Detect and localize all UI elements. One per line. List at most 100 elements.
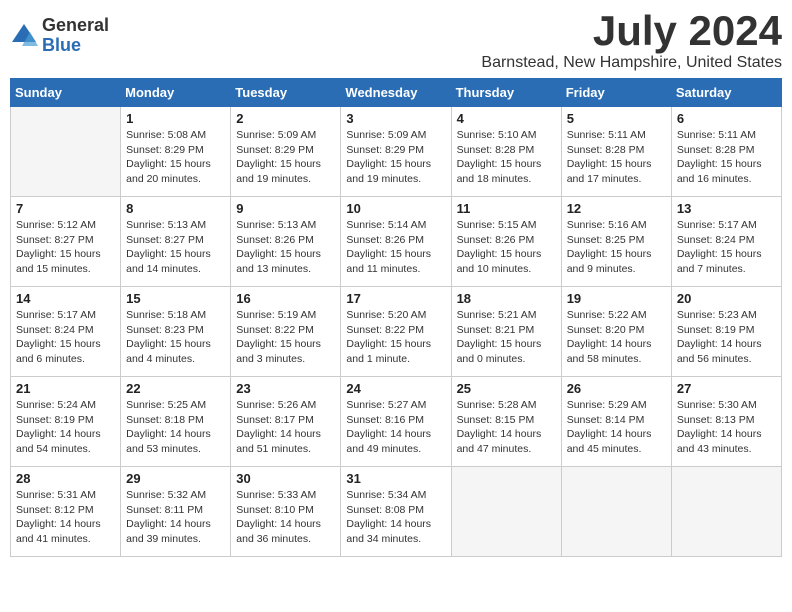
day-number: 27 xyxy=(677,381,776,396)
calendar-cell: 27 Sunrise: 5:30 AM Sunset: 8:13 PM Dayli… xyxy=(671,377,781,467)
calendar-cell: 15 Sunrise: 5:18 AM Sunset: 8:23 PM Dayli… xyxy=(121,287,231,377)
day-number: 21 xyxy=(16,381,115,396)
logo-text: General Blue xyxy=(42,16,109,56)
day-number: 24 xyxy=(346,381,445,396)
calendar-cell: 5Sunrise: 5:11 AM Sunset: 8:28 PM Daylig… xyxy=(561,107,671,197)
day-number: 15 xyxy=(126,291,225,306)
day-number: 6 xyxy=(677,111,776,126)
calendar-cell xyxy=(11,107,121,197)
day-info: Sunrise: 5:32 AM Sunset: 8:11 PM Dayligh… xyxy=(126,488,225,547)
day-info: Sunrise: 5:12 AM Sunset: 8:27 PM Dayligh… xyxy=(16,218,115,277)
day-info: Sunrise: 5:20 AM Sunset: 8:22 PM Dayligh… xyxy=(346,308,445,367)
day-number: 8 xyxy=(126,201,225,216)
calendar-cell: 17Sunrise: 5:20 AM Sunset: 8:22 PM Dayli… xyxy=(341,287,451,377)
calendar-cell: 2 Sunrise: 5:09 AM Sunset: 8:29 PM Daylig… xyxy=(231,107,341,197)
calendar-header: SundayMondayTuesdayWednesdayThursdayFrid… xyxy=(11,79,782,107)
day-number: 4 xyxy=(457,111,556,126)
calendar-cell xyxy=(671,467,781,557)
day-number: 29 xyxy=(126,471,225,486)
weekday-header-sunday: Sunday xyxy=(11,79,121,107)
day-number: 28 xyxy=(16,471,115,486)
calendar-cell: 30Sunrise: 5:33 AM Sunset: 8:10 PM Dayli… xyxy=(231,467,341,557)
day-number: 2 xyxy=(236,111,335,126)
weekday-row: SundayMondayTuesdayWednesdayThursdayFrid… xyxy=(11,79,782,107)
calendar-cell xyxy=(561,467,671,557)
day-number: 19 xyxy=(567,291,666,306)
calendar-cell: 25Sunrise: 5:28 AM Sunset: 8:15 PM Dayli… xyxy=(451,377,561,467)
weekday-header-wednesday: Wednesday xyxy=(341,79,451,107)
day-number: 1 xyxy=(126,111,225,126)
weekday-header-saturday: Saturday xyxy=(671,79,781,107)
calendar-cell: 19 Sunrise: 5:22 AM Sunset: 8:20 PM Dayli… xyxy=(561,287,671,377)
day-number: 31 xyxy=(346,471,445,486)
week-row-3: 14Sunrise: 5:17 AM Sunset: 8:24 PM Dayli… xyxy=(11,287,782,377)
title-area: July 2024 Barnstead, New Hampshire, Unit… xyxy=(481,10,782,72)
weekday-header-monday: Monday xyxy=(121,79,231,107)
day-info: Sunrise: 5:15 AM Sunset: 8:26 PM Dayligh… xyxy=(457,218,556,277)
day-number: 3 xyxy=(346,111,445,126)
calendar-cell: 20 Sunrise: 5:23 AM Sunset: 8:19 PM Dayli… xyxy=(671,287,781,377)
day-number: 22 xyxy=(126,381,225,396)
day-info: Sunrise: 5:19 AM Sunset: 8:22 PM Dayligh… xyxy=(236,308,335,367)
day-number: 12 xyxy=(567,201,666,216)
day-number: 20 xyxy=(677,291,776,306)
day-info: Sunrise: 5:17 AM Sunset: 8:24 PM Dayligh… xyxy=(677,218,776,277)
day-info: Sunrise: 5:24 AM Sunset: 8:19 PM Dayligh… xyxy=(16,398,115,457)
day-number: 9 xyxy=(236,201,335,216)
calendar-cell: 16 Sunrise: 5:19 AM Sunset: 8:22 PM Dayli… xyxy=(231,287,341,377)
day-number: 23 xyxy=(236,381,335,396)
header: General Blue July 2024 Barnstead, New Ha… xyxy=(10,10,782,72)
weekday-header-friday: Friday xyxy=(561,79,671,107)
calendar-cell: 1 Sunrise: 5:08 AM Sunset: 8:29 PM Daylig… xyxy=(121,107,231,197)
logo-icon xyxy=(10,22,38,50)
calendar-cell: 3Sunrise: 5:09 AM Sunset: 8:29 PM Daylig… xyxy=(341,107,451,197)
location: Barnstead, New Hampshire, United States xyxy=(481,54,782,72)
day-info: Sunrise: 5:23 AM Sunset: 8:19 PM Dayligh… xyxy=(677,308,776,367)
day-info: Sunrise: 5:09 AM Sunset: 8:29 PM Dayligh… xyxy=(236,128,335,187)
day-info: Sunrise: 5:27 AM Sunset: 8:16 PM Dayligh… xyxy=(346,398,445,457)
calendar-cell: 24 Sunrise: 5:27 AM Sunset: 8:16 PM Dayli… xyxy=(341,377,451,467)
day-info: Sunrise: 5:11 AM Sunset: 8:28 PM Dayligh… xyxy=(567,128,666,187)
day-info: Sunrise: 5:11 AM Sunset: 8:28 PM Dayligh… xyxy=(677,128,776,187)
day-info: Sunrise: 5:13 AM Sunset: 8:26 PM Dayligh… xyxy=(236,218,335,277)
day-info: Sunrise: 5:22 AM Sunset: 8:20 PM Dayligh… xyxy=(567,308,666,367)
day-info: Sunrise: 5:30 AM Sunset: 8:13 PM Dayligh… xyxy=(677,398,776,457)
day-info: Sunrise: 5:08 AM Sunset: 8:29 PM Dayligh… xyxy=(126,128,225,187)
logo: General Blue xyxy=(10,16,109,56)
logo-general: General xyxy=(42,16,109,36)
day-number: 18 xyxy=(457,291,556,306)
day-number: 10 xyxy=(346,201,445,216)
day-info: Sunrise: 5:16 AM Sunset: 8:25 PM Dayligh… xyxy=(567,218,666,277)
calendar-cell xyxy=(451,467,561,557)
day-info: Sunrise: 5:25 AM Sunset: 8:18 PM Dayligh… xyxy=(126,398,225,457)
day-info: Sunrise: 5:26 AM Sunset: 8:17 PM Dayligh… xyxy=(236,398,335,457)
calendar-cell: 4Sunrise: 5:10 AM Sunset: 8:28 PM Daylig… xyxy=(451,107,561,197)
calendar-cell: 12 Sunrise: 5:16 AM Sunset: 8:25 PM Dayli… xyxy=(561,197,671,287)
calendar-cell: 11 Sunrise: 5:15 AM Sunset: 8:26 PM Dayli… xyxy=(451,197,561,287)
day-number: 16 xyxy=(236,291,335,306)
calendar-cell: 23 Sunrise: 5:26 AM Sunset: 8:17 PM Dayli… xyxy=(231,377,341,467)
day-info: Sunrise: 5:13 AM Sunset: 8:27 PM Dayligh… xyxy=(126,218,225,277)
logo-blue: Blue xyxy=(42,36,109,56)
day-info: Sunrise: 5:31 AM Sunset: 8:12 PM Dayligh… xyxy=(16,488,115,547)
day-info: Sunrise: 5:21 AM Sunset: 8:21 PM Dayligh… xyxy=(457,308,556,367)
day-number: 11 xyxy=(457,201,556,216)
calendar-cell: 14Sunrise: 5:17 AM Sunset: 8:24 PM Dayli… xyxy=(11,287,121,377)
month-title: July 2024 xyxy=(481,10,782,52)
calendar-cell: 26Sunrise: 5:29 AM Sunset: 8:14 PM Dayli… xyxy=(561,377,671,467)
calendar-cell: 31Sunrise: 5:34 AM Sunset: 8:08 PM Dayli… xyxy=(341,467,451,557)
calendar-cell: 10 Sunrise: 5:14 AM Sunset: 8:26 PM Dayli… xyxy=(341,197,451,287)
calendar-cell: 22 Sunrise: 5:25 AM Sunset: 8:18 PM Dayli… xyxy=(121,377,231,467)
day-info: Sunrise: 5:14 AM Sunset: 8:26 PM Dayligh… xyxy=(346,218,445,277)
weekday-header-thursday: Thursday xyxy=(451,79,561,107)
day-info: Sunrise: 5:17 AM Sunset: 8:24 PM Dayligh… xyxy=(16,308,115,367)
week-row-5: 28 Sunrise: 5:31 AM Sunset: 8:12 PM Dayli… xyxy=(11,467,782,557)
calendar-body: 1 Sunrise: 5:08 AM Sunset: 8:29 PM Daylig… xyxy=(11,107,782,557)
day-info: Sunrise: 5:18 AM Sunset: 8:23 PM Dayligh… xyxy=(126,308,225,367)
calendar-cell: 8 Sunrise: 5:13 AM Sunset: 8:27 PM Daylig… xyxy=(121,197,231,287)
calendar-cell: 13Sunrise: 5:17 AM Sunset: 8:24 PM Dayli… xyxy=(671,197,781,287)
weekday-header-tuesday: Tuesday xyxy=(231,79,341,107)
calendar-cell: 9 Sunrise: 5:13 AM Sunset: 8:26 PM Daylig… xyxy=(231,197,341,287)
week-row-1: 1 Sunrise: 5:08 AM Sunset: 8:29 PM Daylig… xyxy=(11,107,782,197)
calendar-cell: 28 Sunrise: 5:31 AM Sunset: 8:12 PM Dayli… xyxy=(11,467,121,557)
